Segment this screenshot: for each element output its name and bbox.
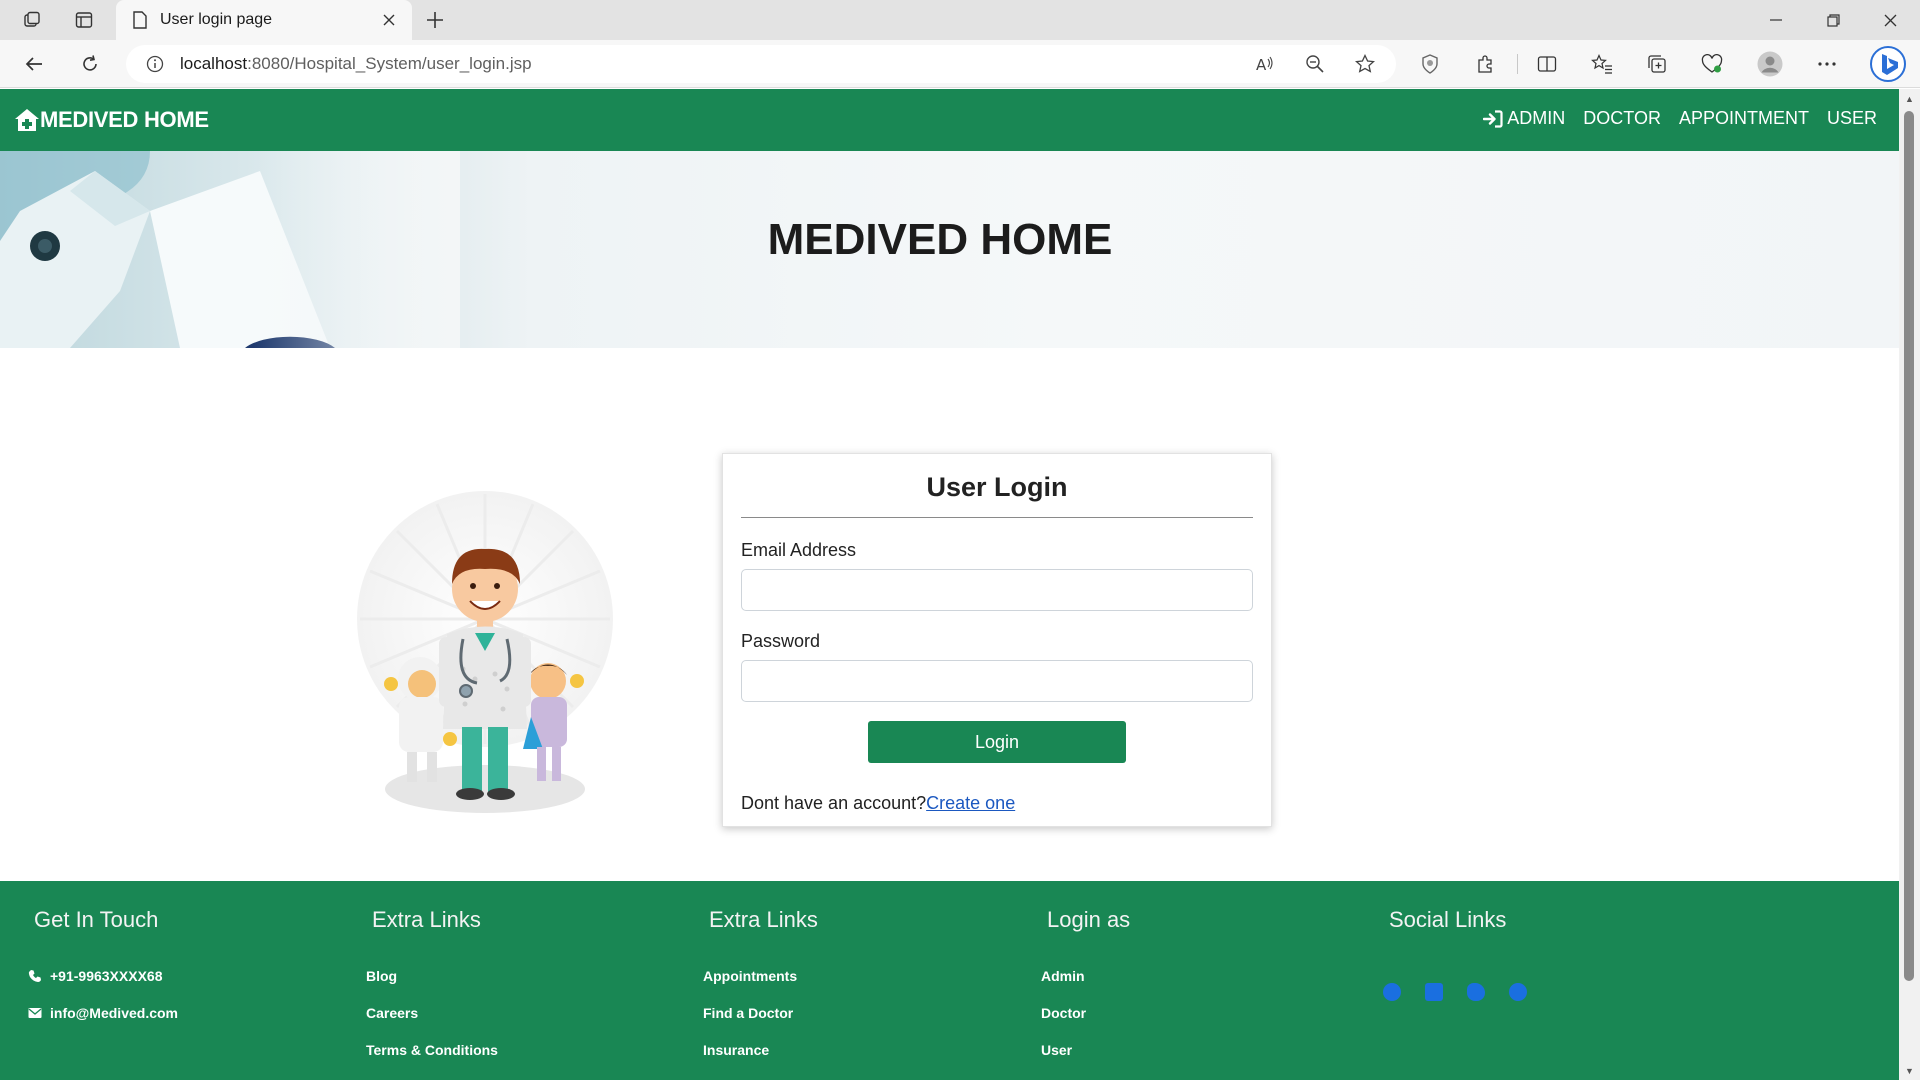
- footer-link-doctor[interactable]: Doctor: [1041, 994, 1130, 1031]
- tab-actions-icon[interactable]: [69, 6, 99, 34]
- login-title: User Login: [741, 472, 1253, 518]
- favorites-icon[interactable]: [1587, 49, 1617, 79]
- restore-icon[interactable]: [1805, 0, 1861, 40]
- read-aloud-icon[interactable]: A: [1250, 49, 1280, 79]
- sign-in-icon: [1483, 109, 1503, 128]
- create-account-link[interactable]: Create one: [926, 793, 1015, 813]
- zoom-out-icon[interactable]: [1300, 49, 1330, 79]
- nav-link-doctor[interactable]: DOCTOR: [1583, 108, 1661, 129]
- nav-link-admin-label: ADMIN: [1507, 108, 1566, 128]
- footer-link-blog[interactable]: Blog: [366, 957, 498, 994]
- refresh-icon[interactable]: [74, 48, 106, 80]
- more-options-icon[interactable]: [1812, 49, 1842, 79]
- scrollbar-thumb[interactable]: [1904, 111, 1914, 981]
- footer-email[interactable]: info@Medived.com: [28, 994, 178, 1031]
- workspaces-icon[interactable]: [17, 6, 47, 34]
- social-icons: [1383, 983, 1551, 1001]
- nav-link-user[interactable]: USER: [1827, 108, 1877, 129]
- envelope-icon: [28, 1007, 42, 1018]
- url-text: localhost:8080/Hospital_System/user_logi…: [180, 54, 532, 74]
- footer-phone[interactable]: +91-9963XXXX68: [28, 957, 178, 994]
- phone-icon: [28, 969, 41, 982]
- hero-title: MEDIVED HOME: [767, 215, 1113, 264]
- footer-link-appointments[interactable]: Appointments: [703, 957, 818, 994]
- footer-link-insurance[interactable]: Insurance: [703, 1031, 818, 1068]
- signup-prompt: Dont have an account?Create one: [741, 793, 1253, 814]
- twitter-icon[interactable]: [1467, 983, 1485, 1001]
- footer-heading-login-as: Login as: [1047, 907, 1131, 932]
- linkedin-icon[interactable]: [1425, 983, 1443, 1001]
- copilot-icon[interactable]: [1868, 44, 1908, 84]
- close-window-icon[interactable]: [1862, 0, 1918, 40]
- facebook-icon[interactable]: [1383, 983, 1401, 1001]
- split-screen-icon[interactable]: [1532, 49, 1562, 79]
- footer-col-extra-links-1: Extra Links Blog Careers Terms & Conditi…: [366, 907, 498, 1068]
- nav-link-appointment[interactable]: APPOINTMENT: [1679, 108, 1809, 129]
- doctor-with-patients-illustration: [357, 491, 613, 813]
- login-button[interactable]: Login: [868, 721, 1126, 763]
- browser-essentials-icon[interactable]: [1697, 49, 1727, 79]
- footer-heading-extra-2: Extra Links: [709, 907, 818, 932]
- email-field[interactable]: [741, 569, 1253, 611]
- hospital-plus-icon: [15, 109, 39, 131]
- footer-col-social: Social Links: [1383, 907, 1551, 1001]
- extensions-icon[interactable]: [1470, 49, 1500, 79]
- email-label: Email Address: [741, 540, 857, 560]
- footer-link-terms[interactable]: Terms & Conditions: [366, 1031, 498, 1068]
- browser-tab-active[interactable]: User login page: [116, 0, 412, 40]
- footer-link-find-doctor[interactable]: Find a Doctor: [703, 994, 818, 1031]
- footer-link-admin[interactable]: Admin: [1041, 957, 1130, 994]
- hero-banner: MEDIVED HOME: [0, 151, 1899, 348]
- new-tab-icon[interactable]: [420, 6, 450, 34]
- footer-col-login-as: Login as Admin Doctor User: [1041, 907, 1130, 1068]
- nav-links: ADMIN DOCTOR APPOINTMENT USER: [1465, 108, 1877, 129]
- brand-name: MEDIVED HOME: [40, 107, 209, 132]
- footer-link-careers[interactable]: Careers: [366, 994, 498, 1031]
- footer-heading-contact: Get In Touch: [34, 907, 159, 932]
- password-field[interactable]: [741, 660, 1253, 702]
- profile-avatar-icon[interactable]: [1755, 49, 1785, 79]
- minimize-icon[interactable]: [1748, 0, 1804, 40]
- browser-toolbar: localhost:8080/Hospital_System/user_logi…: [0, 40, 1920, 88]
- nav-link-admin[interactable]: ADMIN: [1483, 108, 1565, 129]
- footer-col-contact: Get In Touch +91-9963XXXX68 info@Medived…: [28, 907, 178, 1031]
- page-viewport: MEDIVED HOME ADMIN DOCTOR APPOINTMENT US…: [0, 89, 1899, 1080]
- brand-logo[interactable]: MEDIVED HOME: [14, 107, 209, 133]
- favorite-star-icon[interactable]: [1350, 49, 1380, 79]
- footer-heading-extra-1: Extra Links: [372, 907, 481, 932]
- toolbar-separator: [1517, 54, 1518, 74]
- login-card: User Login Email Address Password Login …: [722, 453, 1272, 827]
- footer-phone-text: +91-9963XXXX68: [50, 967, 163, 984]
- password-label: Password: [741, 631, 821, 651]
- shield-icon[interactable]: [1415, 49, 1445, 79]
- scroll-down-icon[interactable]: ▼: [1904, 1065, 1915, 1076]
- svg-text:A: A: [1256, 56, 1267, 73]
- browser-tab-strip: User login page: [0, 0, 1920, 40]
- instagram-icon[interactable]: [1509, 983, 1527, 1001]
- footer-heading-social: Social Links: [1389, 907, 1507, 932]
- close-tab-icon[interactable]: [378, 9, 400, 31]
- address-bar[interactable]: localhost:8080/Hospital_System/user_logi…: [126, 45, 1396, 83]
- site-info-icon[interactable]: [146, 55, 164, 73]
- url-path: :8080/Hospital_System/user_login.jsp: [247, 54, 532, 73]
- collections-icon[interactable]: [1642, 49, 1672, 79]
- footer-col-extra-links-2: Extra Links Appointments Find a Doctor I…: [703, 907, 818, 1068]
- footer-link-user[interactable]: User: [1041, 1031, 1130, 1068]
- scroll-up-icon[interactable]: ▲: [1904, 93, 1915, 104]
- back-icon[interactable]: [18, 48, 50, 80]
- signup-prompt-text: Dont have an account?: [741, 793, 927, 813]
- top-navbar: MEDIVED HOME ADMIN DOCTOR APPOINTMENT US…: [0, 89, 1899, 151]
- url-host: localhost: [180, 54, 248, 73]
- site-footer: Get In Touch +91-9963XXXX68 info@Medived…: [0, 881, 1899, 1080]
- page-icon: [133, 11, 147, 29]
- tab-title: User login page: [160, 11, 273, 28]
- page-scrollbar[interactable]: ▲ ▼: [1899, 89, 1920, 1080]
- footer-email-text: info@Medived.com: [50, 1004, 178, 1021]
